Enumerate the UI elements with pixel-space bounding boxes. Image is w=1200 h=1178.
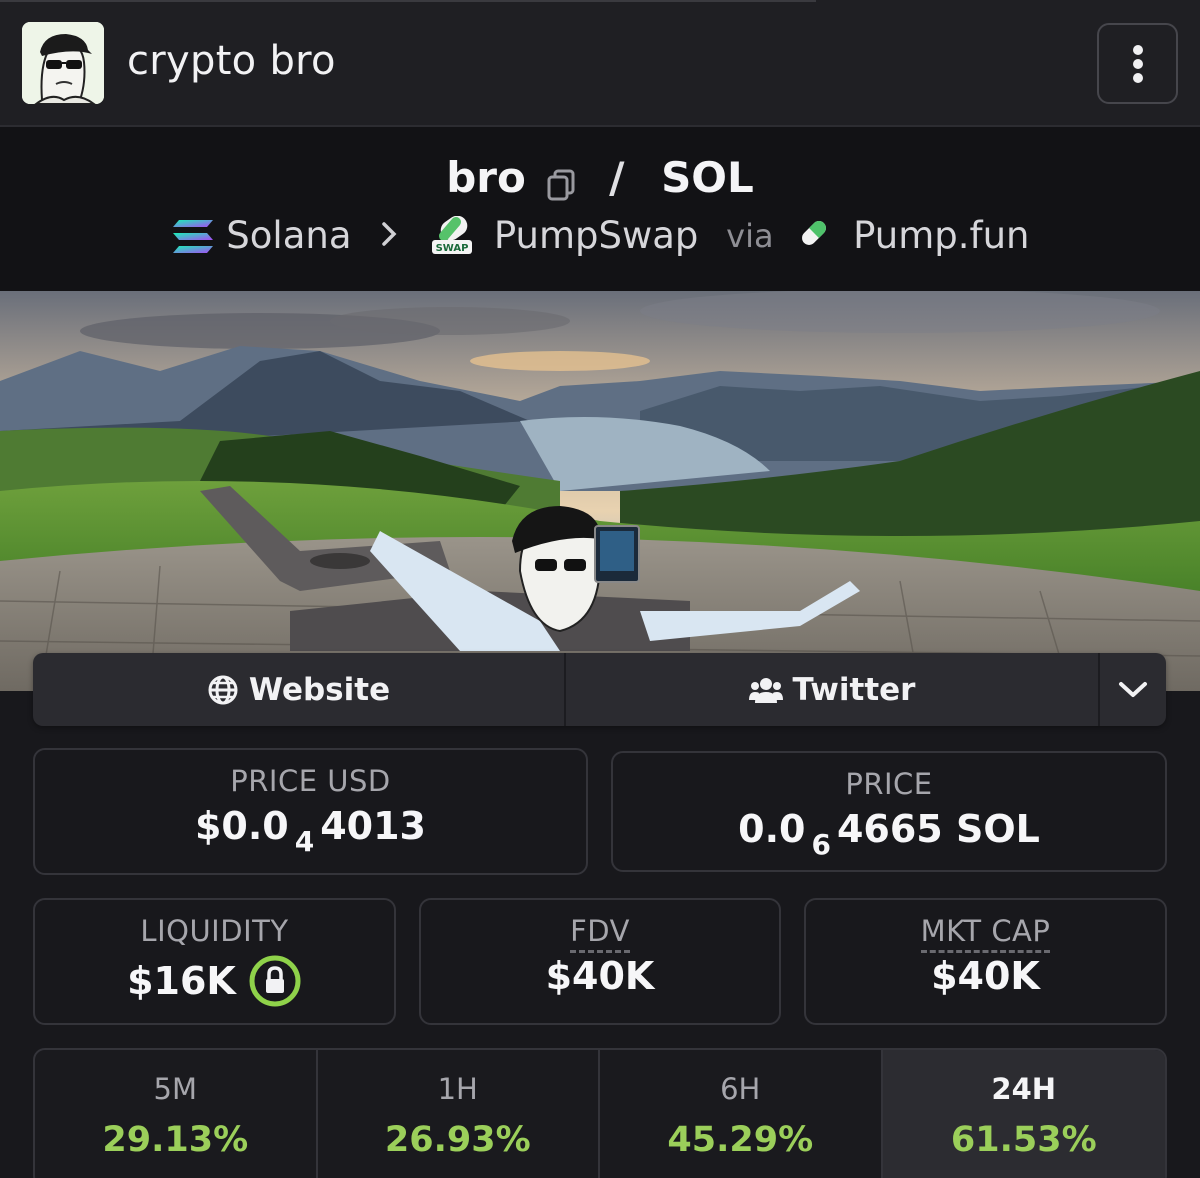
pill-icon xyxy=(797,216,831,256)
swap-badge-text: SWAP xyxy=(436,243,469,254)
globe-icon xyxy=(208,675,238,704)
tab-label: 6H xyxy=(720,1072,761,1106)
twitter-button[interactable]: Twitter xyxy=(566,653,1100,726)
tab-6h[interactable]: 6H 45.29% xyxy=(600,1050,883,1178)
fdv-value: $40K xyxy=(545,954,655,998)
twitter-label: Twitter xyxy=(792,671,916,708)
tab-5m[interactable]: 5M 29.13% xyxy=(35,1050,318,1178)
market-cap-card: MKT CAP $40K xyxy=(804,898,1167,1025)
pair-breadcrumb: Solana SWAP PumpSwap via Pump.fun xyxy=(0,212,1200,257)
website-button[interactable]: Website xyxy=(33,653,566,726)
more-links-button[interactable] xyxy=(1100,653,1166,726)
token-banner-image xyxy=(0,291,1200,691)
more-options-button[interactable] xyxy=(1097,23,1178,104)
chevron-down-icon xyxy=(1119,681,1147,697)
price-change-value: 29.13% xyxy=(102,1120,249,1160)
quote-token-symbol: SOL xyxy=(661,153,754,202)
app-header: crypto bro xyxy=(0,0,1200,127)
tab-label: 1H xyxy=(437,1072,478,1106)
market-cap-label[interactable]: MKT CAP xyxy=(920,914,1051,953)
chevron-right-icon xyxy=(381,216,408,256)
base-token-symbol: bro xyxy=(446,153,526,202)
price-usd-card: PRICE USD $0.0 4 4013 xyxy=(33,748,588,875)
liquidity-label: LIQUIDITY xyxy=(140,914,289,948)
tab-1h[interactable]: 1H 26.93% xyxy=(318,1050,600,1178)
liquidity-card: LIQUIDITY $16K xyxy=(33,898,396,1025)
price-native-card: PRICE 0.0 6 4665 SOL xyxy=(611,751,1167,872)
tab-label: 24H xyxy=(991,1072,1057,1106)
price-change-value: 45.29% xyxy=(667,1120,814,1160)
pumpswap-icon: SWAP xyxy=(430,215,474,256)
price-change-value: 26.93% xyxy=(384,1120,531,1160)
price-native-value: 0.0 6 4665 SOL xyxy=(738,807,1040,861)
kebab-vertical-icon xyxy=(1132,44,1143,83)
app-title: crypto bro xyxy=(127,38,336,84)
fdv-card: FDV $40K xyxy=(419,898,781,1025)
dex-link[interactable]: PumpSwap xyxy=(494,214,699,257)
price-usd-label: PRICE USD xyxy=(230,764,391,798)
price-change-tabs: 5M 29.13% 1H 26.93% 6H 45.29% 24H 61.53% xyxy=(33,1048,1167,1178)
solana-icon xyxy=(171,216,215,256)
token-avatar[interactable] xyxy=(22,22,104,104)
liquidity-value: $16K xyxy=(127,959,236,1003)
launchpad-link[interactable]: Pump.fun xyxy=(853,214,1029,257)
via-label: via xyxy=(726,216,774,255)
pair-separator: / xyxy=(609,153,625,202)
pair-title: bro / SOL xyxy=(0,150,1200,202)
price-usd-value: $0.0 4 4013 xyxy=(194,804,426,858)
website-label: Website xyxy=(248,671,391,708)
social-links-bar: Website Twitter xyxy=(33,653,1166,726)
chain-link[interactable]: Solana xyxy=(226,214,351,257)
tab-24h[interactable]: 24H 61.53% xyxy=(882,1050,1165,1178)
lock-icon[interactable] xyxy=(248,954,302,1008)
copy-icon[interactable] xyxy=(546,162,576,200)
price-native-label: PRICE xyxy=(845,767,933,801)
market-cap-value: $40K xyxy=(931,954,1040,998)
tab-label: 5M xyxy=(153,1072,197,1106)
users-icon xyxy=(748,677,783,703)
price-change-value: 61.53% xyxy=(950,1120,1097,1160)
fdv-label[interactable]: FDV xyxy=(570,914,630,953)
